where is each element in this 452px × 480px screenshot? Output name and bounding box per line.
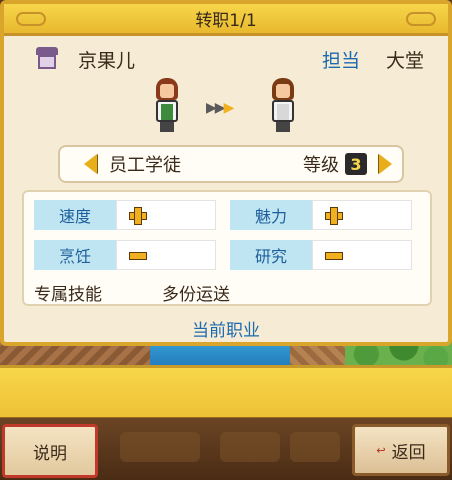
toolbar-decoration [120, 432, 200, 462]
explain-button[interactable]: 说明 [2, 424, 98, 478]
title-ornament-left [16, 12, 46, 26]
next-job-arrow-icon[interactable] [379, 154, 392, 174]
close-button[interactable]: ↩ 返回 [352, 424, 450, 476]
stat-cooking: 烹饪 [34, 240, 216, 270]
duty-value: 大堂 [385, 49, 424, 72]
employee-sprite-new [266, 78, 300, 134]
job-change-preview: ▶▶▶ [144, 78, 314, 138]
dialog-title: 转职1/1 [195, 11, 257, 31]
current-job-link[interactable]: 当前职业 [4, 316, 448, 341]
minus-icon [129, 247, 147, 263]
message-bar [0, 365, 452, 420]
stat-charm: 魅力 [230, 200, 412, 230]
stat-label: 速度 [34, 200, 116, 230]
stats-panel: 速度 魅力 烹饪 研究 专属技能 多份运送 [22, 190, 432, 306]
stat-research: 研究 [230, 240, 412, 270]
toolbar-decoration [220, 432, 280, 462]
stat-speed: 速度 [34, 200, 216, 230]
back-arrow-icon: ↩ [376, 443, 386, 457]
employee-name: 京果儿 [78, 49, 136, 72]
toolbar-decoration [290, 432, 340, 462]
job-change-dialog: 转职1/1 京果儿 担当 大堂 ▶▶▶ 员工学徒 等级 3 速度 魅力 烹饪 研… [0, 0, 452, 346]
dialog-title-bar: 转职1/1 [4, 4, 448, 36]
skill-value: 多份运送 [162, 285, 230, 305]
stat-label: 烹饪 [34, 240, 116, 270]
plus-icon [129, 207, 147, 225]
duty-label[interactable]: 担当 [322, 46, 360, 73]
stat-label: 魅力 [230, 200, 312, 230]
title-ornament-right [406, 12, 436, 26]
explain-button-label: 说明 [33, 443, 67, 464]
job-name: 员工学徒 [109, 155, 181, 176]
employee-info-row: 京果儿 担当 大堂 [34, 44, 424, 74]
stat-label: 研究 [230, 240, 312, 270]
employee-sprite-current [150, 78, 184, 134]
skill-label: 专属技能 [34, 285, 102, 305]
minus-icon [325, 247, 343, 263]
transition-arrows-icon: ▶▶▶ [206, 100, 234, 116]
shop-icon [34, 47, 60, 71]
plus-icon [325, 207, 343, 225]
exclusive-skill-row: 专属技能 多份运送 [34, 280, 230, 305]
close-button-label: 返回 [391, 442, 426, 463]
level-badge: 3 [345, 153, 367, 175]
previous-job-arrow-icon[interactable] [84, 154, 97, 174]
level-label: 等级 [303, 155, 339, 176]
job-selector: 员工学徒 等级 3 [58, 145, 404, 183]
